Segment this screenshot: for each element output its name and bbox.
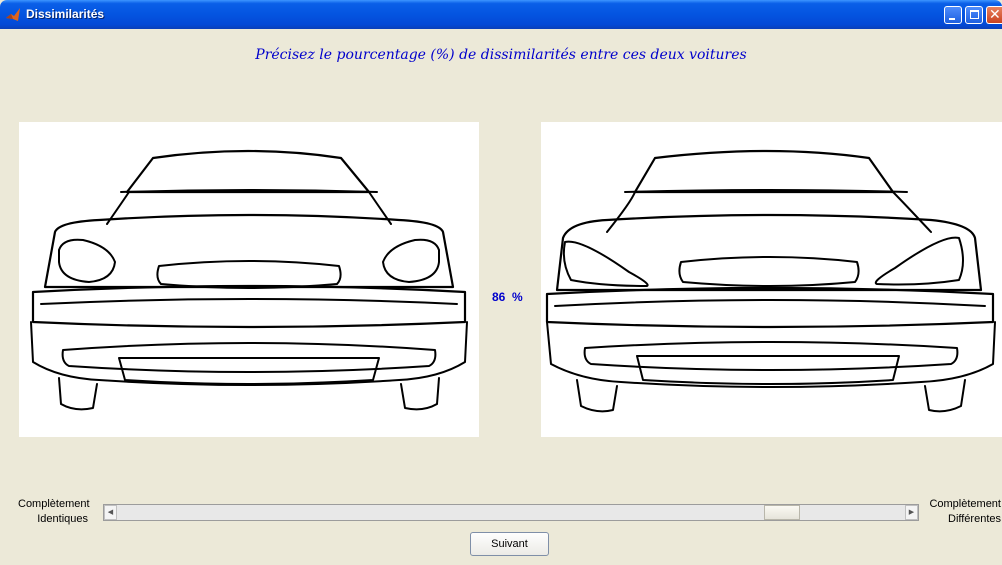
dissimilarity-slider[interactable]: ◀ ▶ bbox=[103, 504, 919, 521]
instruction-heading: Précisez le pourcentage (%) de dissimila… bbox=[255, 47, 747, 63]
right-scale-label: Complètement Différentes bbox=[917, 497, 1001, 527]
title-bar[interactable]: Dissimilarités ✕ bbox=[0, 0, 1002, 29]
window-title: Dissimilarités bbox=[26, 7, 105, 21]
close-icon: ✕ bbox=[989, 7, 1001, 23]
minimize-button[interactable] bbox=[944, 6, 962, 24]
right-label-line1: Complètement bbox=[929, 498, 1001, 510]
left-label-line1: Complètement bbox=[18, 498, 90, 510]
minimize-icon bbox=[949, 18, 955, 20]
right-label-line2: Différentes bbox=[948, 513, 1001, 525]
left-label-line2: Identiques bbox=[37, 513, 88, 525]
slider-thumb[interactable] bbox=[763, 505, 800, 520]
left-scale-label: Complètement Identiques bbox=[18, 497, 90, 527]
close-button[interactable]: ✕ bbox=[986, 6, 1002, 24]
percentage-readout: 86 % bbox=[492, 290, 523, 304]
percentage-value: 86 bbox=[492, 290, 506, 304]
percentage-unit: % bbox=[512, 290, 523, 304]
car-image-right bbox=[541, 122, 1002, 437]
slider-left-arrow-icon[interactable]: ◀ bbox=[104, 505, 117, 520]
matlab-icon bbox=[6, 8, 20, 21]
maximize-icon bbox=[970, 10, 979, 19]
maximize-button[interactable] bbox=[965, 6, 983, 24]
car-image-left bbox=[19, 122, 479, 437]
next-button[interactable]: Suivant bbox=[470, 532, 549, 556]
